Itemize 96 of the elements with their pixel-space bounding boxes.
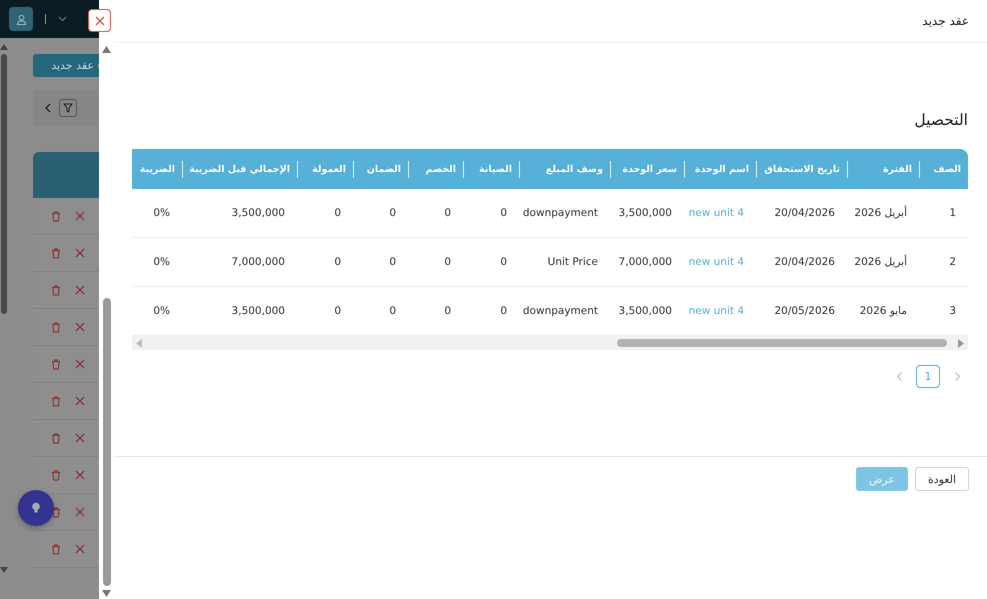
close-icon[interactable]: [75, 211, 85, 221]
lightbulb-icon: [31, 502, 41, 514]
table-cell-text: 20/04/2026: [773, 206, 836, 221]
table-cell-text: 7,000,000: [618, 255, 673, 270]
table-cell-text: 3: [948, 304, 957, 319]
chevron-right-icon: [954, 372, 960, 381]
table-cell-text: 0: [499, 206, 508, 221]
column-header: سعر الوحدة: [610, 149, 684, 189]
lightbulb-button[interactable]: [18, 490, 54, 526]
chevron-down-icon[interactable]: [58, 16, 67, 22]
close-icon: [94, 16, 104, 26]
trash-icon[interactable]: [51, 432, 61, 444]
table-cell-text: 7,000,000: [230, 255, 286, 270]
scrollbar-thumb[interactable]: [102, 298, 110, 586]
table-cell-text: 0: [443, 206, 452, 221]
table-cell-text: downpayment: [522, 206, 599, 221]
column-header: الصيانة: [463, 149, 519, 189]
close-icon[interactable]: [75, 322, 85, 332]
section-title: التحصيل: [913, 111, 968, 129]
scrollbar-thumb[interactable]: [617, 339, 947, 347]
close-icon[interactable]: [75, 507, 85, 517]
trash-icon[interactable]: [51, 358, 61, 370]
table-cell-text: 0%: [152, 206, 171, 221]
filter-button[interactable]: [59, 99, 77, 117]
table-cell-text: 20/04/2026: [773, 255, 836, 270]
table-cell-text: 0: [499, 255, 508, 270]
scrollbar-thumb[interactable]: [1, 54, 7, 314]
chevron-left-icon[interactable]: [45, 103, 51, 113]
close-icon[interactable]: [75, 396, 85, 406]
filter-icon: [63, 103, 73, 113]
trash-icon[interactable]: [51, 544, 61, 554]
table-cell-text: أبريل 2026: [853, 254, 908, 270]
table-cell-text: 20/05/2026: [773, 304, 836, 319]
column-header: الضمان: [353, 149, 408, 189]
close-icon[interactable]: [75, 433, 85, 443]
table-cell-text: 0: [333, 304, 342, 319]
drawer-title: عقد جديد: [922, 14, 969, 28]
table-cell-text: 3,500,000: [230, 206, 286, 221]
table-cell-text: 3,500,000: [618, 206, 673, 221]
scroll-up-icon[interactable]: [102, 46, 111, 53]
table-cell-text: 0: [388, 255, 397, 270]
close-icon[interactable]: [75, 359, 85, 369]
trash-icon[interactable]: [51, 284, 61, 296]
column-header: الصف: [919, 149, 968, 189]
unit-link[interactable]: new unit 4: [684, 189, 756, 237]
table-cell-text: 0: [333, 255, 342, 270]
trash-icon[interactable]: [51, 470, 61, 480]
user-avatar-button[interactable]: [9, 7, 33, 31]
close-icon[interactable]: [75, 285, 85, 295]
column-header: اسم الوحدة: [684, 149, 756, 189]
new-contract-button[interactable]: عقد جديد: [33, 54, 99, 77]
user-icon: [16, 14, 26, 24]
table-cell-text: 0: [388, 206, 397, 221]
trash-icon[interactable]: [51, 506, 61, 518]
horizontal-scrollbar[interactable]: [132, 336, 968, 350]
scroll-left-icon[interactable]: [136, 338, 142, 348]
scroll-down-icon[interactable]: [0, 567, 8, 573]
column-header: الخصم: [408, 149, 463, 189]
chevron-left-icon: [896, 372, 902, 381]
trash-icon[interactable]: [51, 210, 61, 222]
scroll-right-icon[interactable]: [958, 338, 964, 348]
column-header: العمولة: [297, 149, 353, 189]
table-cell-text: downpayment: [522, 304, 599, 319]
scroll-up-icon[interactable]: [0, 44, 8, 50]
table-cell-text: 1: [948, 206, 957, 221]
table-cell-text: Unit Price: [546, 255, 599, 270]
unit-link[interactable]: new unit 4: [684, 238, 756, 286]
table-cell-text: 0: [443, 304, 452, 319]
trash-icon[interactable]: [51, 396, 61, 406]
unit-link[interactable]: new unit 4: [684, 287, 756, 335]
table-cell-text: 0: [388, 304, 397, 319]
close-button[interactable]: [88, 9, 111, 32]
close-icon[interactable]: [75, 248, 85, 258]
scroll-down-icon[interactable]: [102, 590, 111, 597]
table-header: [33, 152, 99, 198]
column-header: تاريخ الاستحقاق: [756, 149, 847, 189]
table-cell-text: 0: [443, 255, 452, 270]
column-header: الإجمالي قبل الضريبة: [182, 149, 297, 189]
close-icon[interactable]: [75, 470, 85, 480]
table-cell-text: 0%: [152, 255, 171, 270]
table-cell-text: 2: [948, 255, 957, 270]
table-cell-text: 0: [499, 304, 508, 319]
back-button[interactable]: العودة: [914, 467, 969, 491]
table-cell-text: مايو 2026: [858, 304, 908, 319]
column-header: وصف المبلغ: [519, 149, 610, 189]
trash-icon[interactable]: [51, 248, 61, 258]
column-header: الفترة: [847, 149, 919, 189]
table-cell-text: 3,500,000: [230, 304, 286, 319]
table-cell-text: 3,500,000: [618, 304, 673, 319]
trash-icon[interactable]: [51, 322, 61, 332]
table-cell-text: أبريل 2026: [853, 204, 908, 221]
table-cell-text: 0: [333, 206, 342, 221]
page-button[interactable]: 1: [916, 365, 940, 388]
close-icon[interactable]: [75, 544, 85, 554]
column-header: الضريبة: [138, 162, 176, 176]
table-cell-text: 0%: [152, 304, 171, 319]
